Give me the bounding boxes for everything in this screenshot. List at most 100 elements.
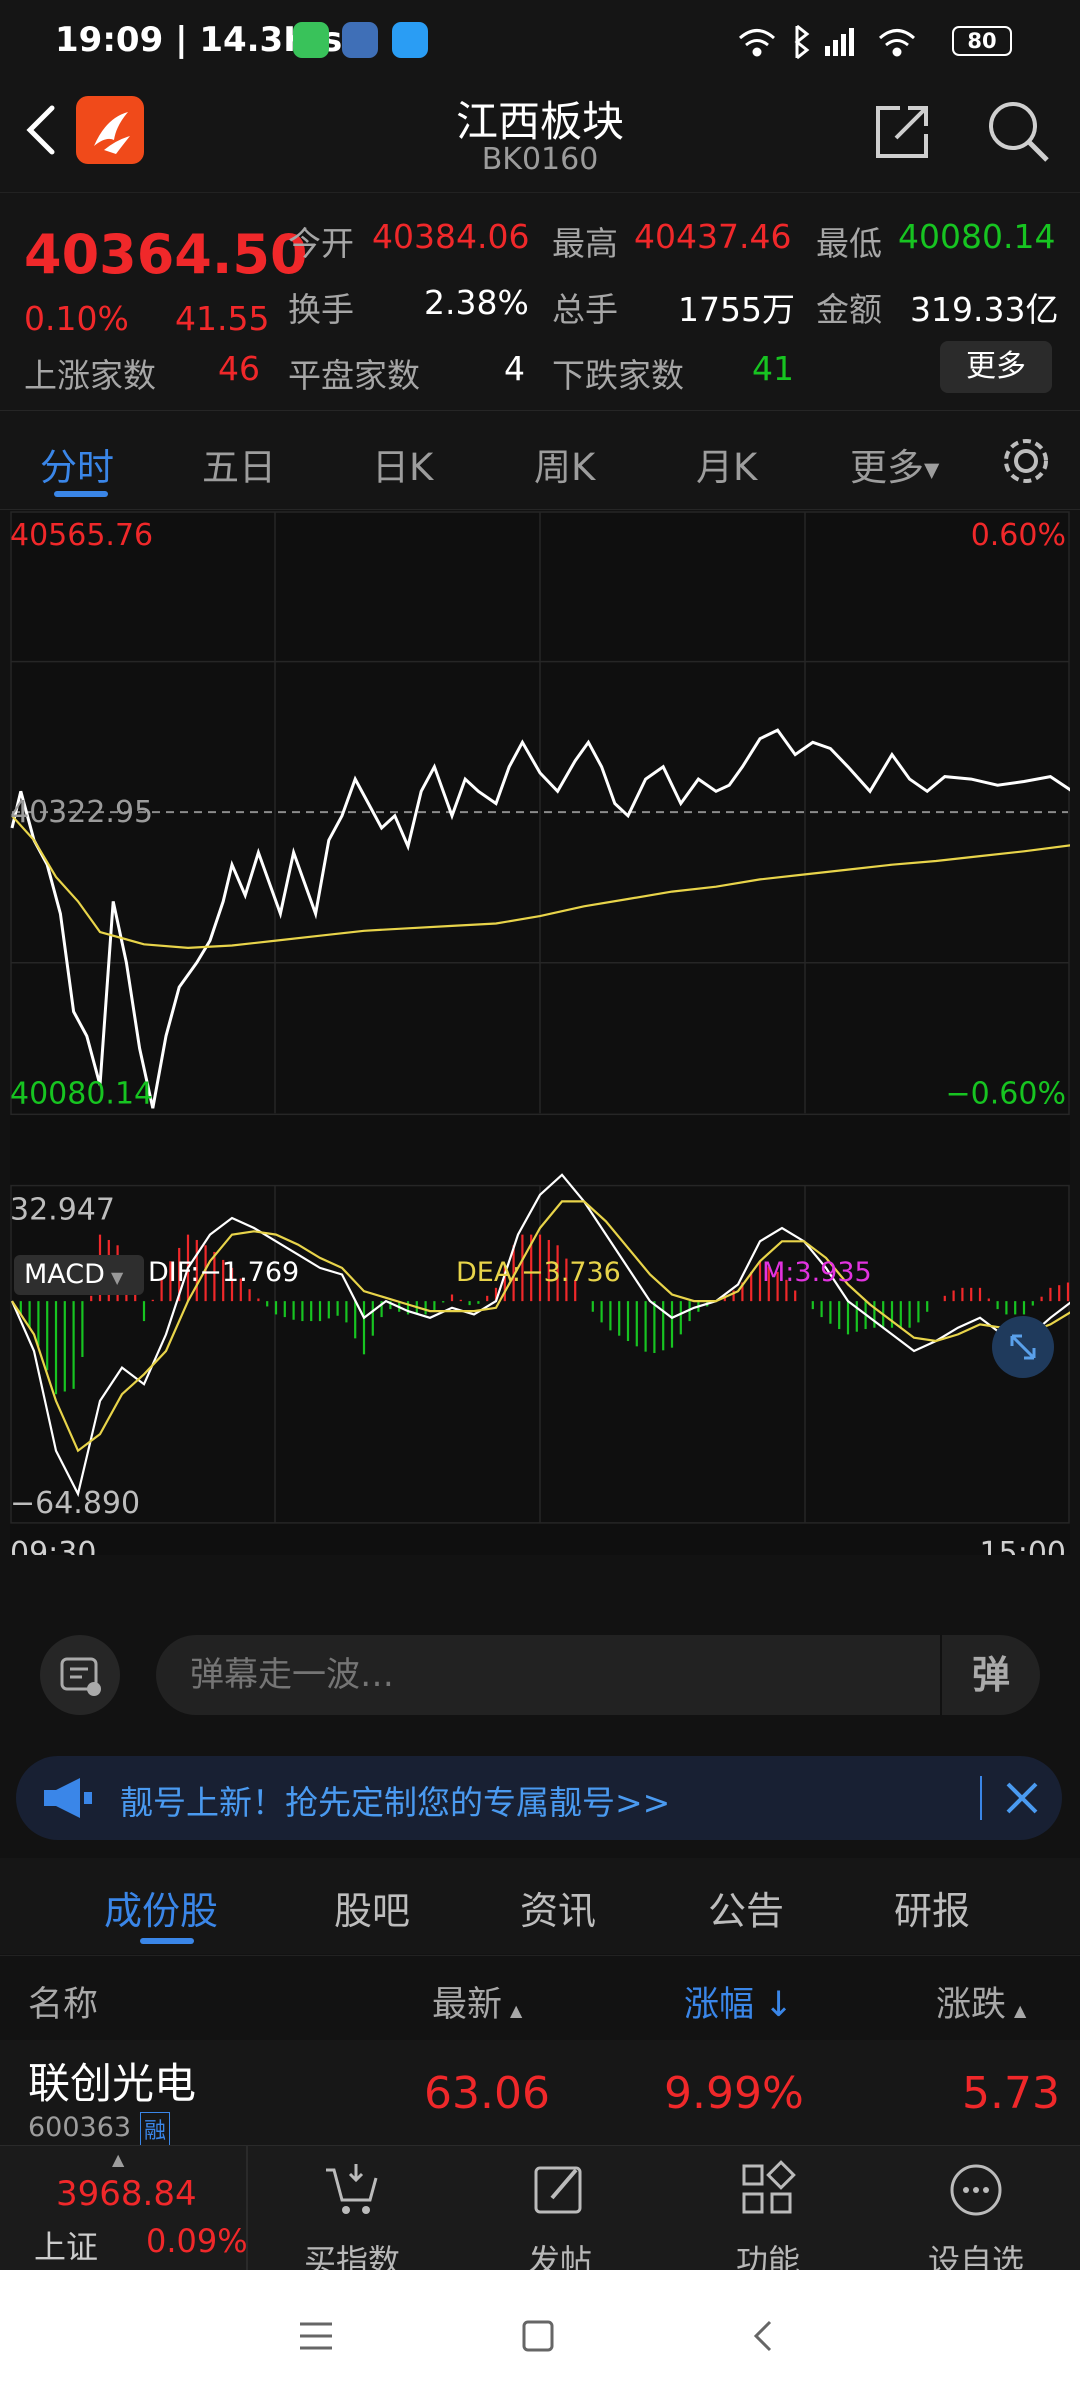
close-icon[interactable] — [1002, 1778, 1042, 1818]
macd-dea-value: DEA:−3.736 — [456, 1257, 621, 1288]
pct-max-label: 0.60% — [971, 518, 1066, 553]
settings-notification-icon — [342, 22, 378, 58]
indicator-selector[interactable]: MACD ▼ — [14, 1255, 144, 1295]
grid-icon — [742, 2160, 796, 2214]
expand-chart-button[interactable] — [992, 1316, 1054, 1378]
more-quote-button[interactable]: 更多 — [940, 341, 1052, 393]
promo-banner[interactable]: 靓号上新！抢先定制您的专属靓号>> — [16, 1756, 1062, 1840]
change-percent: 0.10% — [24, 299, 129, 338]
constituent-tabs: 成份股 股吧 资讯 公告 研报 — [0, 1858, 1080, 1954]
expand-icon — [1010, 1334, 1036, 1360]
tab-daily-k[interactable]: 日K — [372, 437, 433, 491]
share-icon[interactable] — [870, 100, 934, 164]
sort-desc-icon: ↓ — [764, 1985, 794, 2025]
stock-name: 联创光电 — [28, 2059, 197, 2108]
pct-min-label: −0.60% — [946, 1076, 1066, 1111]
sort-icon: ▲ — [1014, 2001, 1027, 2020]
menu-icon[interactable] — [296, 2316, 336, 2356]
time-end-label: 15:00 — [980, 1536, 1066, 1555]
amount-value: 319.33亿 — [910, 290, 1059, 329]
col-latest[interactable]: 最新 ▲ — [432, 1976, 522, 2027]
stock-latest: 63.06 — [424, 2068, 550, 2119]
amount-label: 金额 — [816, 290, 882, 329]
dropdown-arrow-icon: ▼ — [110, 1268, 124, 1287]
back-nav-icon[interactable] — [744, 2316, 784, 2356]
quote-panel: 40364.50 0.10% 41.55 今开 40384.06 最高 4043… — [0, 192, 1080, 410]
col-name: 名称 — [28, 1985, 99, 2025]
home-icon[interactable] — [518, 2316, 558, 2356]
stock-change: 5.73 — [962, 2068, 1060, 2119]
active-tab-indicator — [140, 1938, 194, 1944]
flat-count: 4 — [504, 349, 525, 388]
nav-buy-index[interactable]: 买指数 — [272, 2146, 432, 2280]
tab-weekly-k[interactable]: 周K — [534, 437, 595, 491]
prev-close-label: 40322.95 — [10, 795, 153, 830]
nav-functions[interactable]: 功能 — [688, 2146, 848, 2280]
danmu-bar: 弹 — [0, 1605, 1080, 1745]
macd-min-label: −64.890 — [10, 1486, 140, 1521]
col-change[interactable]: 涨跌 ▲ — [936, 1976, 1026, 2027]
up-count-label: 上涨家数 — [24, 356, 156, 395]
chat-list-icon — [60, 1657, 101, 1696]
tab-more-label: 更多 — [850, 446, 924, 489]
active-tab-indicator — [54, 491, 108, 497]
message-notification-icon — [392, 22, 428, 58]
search-icon[interactable] — [985, 98, 1051, 164]
chart-svg: 40565.76 0.60% 40322.95 40080.14 −0.60% 32.94… — [10, 511, 1070, 1555]
low-label: 最低 — [816, 224, 882, 263]
dropdown-arrow-icon: ▼ — [924, 457, 940, 482]
danmu-list-button[interactable] — [40, 1635, 120, 1715]
tab-announcements[interactable]: 公告 — [708, 1880, 784, 1935]
intraday-chart[interactable]: 40565.76 0.60% 40322.95 40080.14 −0.60% 32.94… — [10, 511, 1070, 1555]
open-value: 40384.06 — [372, 217, 530, 256]
margin-badge: 融 — [140, 2112, 171, 2146]
tab-forum[interactable]: 股吧 — [334, 1880, 410, 1935]
tab-more[interactable]: 更多▼ — [850, 437, 939, 491]
tab-constituents[interactable]: 成份股 — [104, 1880, 218, 1935]
index-ticker[interactable]: ▲ 3968.84 上证 0.09% — [0, 2146, 248, 2271]
up-count: 46 — [218, 349, 260, 388]
table-row[interactable]: 联创光电 600363 融 63.06 9.99% 5.73 — [0, 2040, 1080, 2146]
high-label: 最高 — [552, 224, 618, 263]
list-header: 名称 最新 ▲ 涨幅 ↓ 涨跌 ▲ — [0, 1955, 1080, 2039]
danmu-input[interactable] — [190, 1645, 950, 1705]
time-start-label: 09:30 — [10, 1536, 96, 1555]
status-icons — [739, 24, 915, 60]
index-change-pct: 0.09% — [146, 2222, 248, 2260]
macd-m-value: M:3.935 — [762, 1257, 872, 1288]
tab-intraday[interactable]: 分时 — [40, 437, 114, 491]
more-dots-icon — [950, 2164, 1002, 2216]
edit-icon — [534, 2166, 582, 2214]
macd-dif-value: DIF:−1.769 — [148, 1257, 300, 1288]
change-amount: 41.55 — [175, 299, 270, 338]
col-latest-label: 最新 — [432, 1985, 503, 2025]
down-count-label: 下跌家数 — [552, 356, 684, 395]
app-notification-icon — [293, 22, 329, 58]
up-arrow-icon: ▲ — [112, 2150, 125, 2169]
tab-research[interactable]: 研报 — [894, 1880, 970, 1935]
col-change-pct-label: 涨幅 — [684, 1985, 755, 2025]
stock-code: 600363 — [28, 2112, 132, 2143]
flat-count-label: 平盘家数 — [288, 356, 420, 395]
tab-five-day[interactable]: 五日 — [202, 437, 276, 491]
high-value: 40437.46 — [634, 217, 792, 256]
col-change-pct[interactable]: 涨幅 ↓ — [684, 1976, 793, 2027]
nav-add-watchlist[interactable]: 设自选 — [896, 2146, 1056, 2280]
open-label: 今开 — [288, 224, 354, 263]
cart-icon — [326, 2164, 378, 2214]
chart-settings-gear-icon[interactable] — [1000, 435, 1052, 487]
turnover-value: 2.38% — [424, 283, 529, 322]
index-name: 上证 — [34, 2228, 99, 2266]
turnover-label: 换手 — [288, 290, 354, 329]
tab-monthly-k[interactable]: 月K — [696, 437, 757, 491]
danmu-toggle-button[interactable]: 弹 — [940, 1635, 1040, 1715]
megaphone-icon — [44, 1778, 92, 1818]
sort-icon: ▲ — [510, 2001, 523, 2020]
price-max-label: 40565.76 — [10, 518, 153, 553]
status-bar: 19:09 | 14.3K/s 80 — [0, 0, 1080, 82]
nav-post[interactable]: 发帖 — [480, 2146, 640, 2280]
tab-news[interactable]: 资讯 — [520, 1880, 596, 1935]
chart-period-tabs: 分时 五日 日K 周K 月K 更多▼ — [0, 410, 1080, 510]
col-change-label: 涨跌 — [936, 1985, 1007, 2025]
bluetooth-icon — [794, 24, 810, 60]
